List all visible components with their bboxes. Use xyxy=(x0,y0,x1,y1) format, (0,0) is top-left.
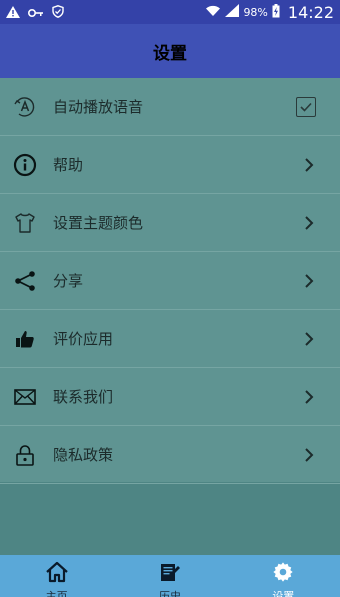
warning-icon xyxy=(6,3,20,22)
settings-item-help[interactable]: 帮助 xyxy=(0,136,340,194)
status-bar: 98% 14:22 xyxy=(0,0,340,24)
settings-item-label: 分享 xyxy=(53,272,84,290)
info-icon xyxy=(12,152,38,178)
app-bar: 设置 xyxy=(0,24,340,78)
battery-percent: 98% xyxy=(243,5,268,19)
auto-play-icon xyxy=(12,94,38,120)
settings-item-label: 隐私政策 xyxy=(53,446,114,464)
settings-item-share[interactable]: 分享 xyxy=(0,252,340,310)
tshirt-icon xyxy=(12,210,38,236)
battery-charging-icon xyxy=(272,3,280,21)
settings-item-auto-play[interactable]: 自动播放语音 xyxy=(0,78,340,136)
auto-play-checkbox[interactable] xyxy=(296,96,316,117)
chevron-right-icon xyxy=(305,331,314,346)
nav-item-label: 主页 xyxy=(45,590,68,597)
shield-icon xyxy=(52,3,64,22)
settings-item-rate-app[interactable]: 评价应用 xyxy=(0,310,340,368)
chevron-right-icon xyxy=(305,389,314,404)
clock: 14:22 xyxy=(287,2,334,22)
home-icon xyxy=(45,561,69,587)
settings-item-label: 自动播放语音 xyxy=(53,98,144,116)
settings-item-label: 联系我们 xyxy=(53,388,114,406)
gear-icon xyxy=(272,561,294,587)
thumbs-up-icon xyxy=(12,326,38,352)
settings-item-privacy-policy[interactable]: 隐私政策 xyxy=(0,426,340,484)
bottom-navigation: 主页 历史 设置 xyxy=(0,555,340,597)
nav-item-home[interactable]: 主页 xyxy=(0,555,113,597)
history-icon xyxy=(158,561,182,587)
chevron-right-icon xyxy=(305,157,314,172)
settings-item-label: 评价应用 xyxy=(53,330,114,348)
page-title: 设置 xyxy=(153,43,187,64)
key-icon xyxy=(27,3,44,22)
settings-item-label: 帮助 xyxy=(53,156,84,174)
signal-icon xyxy=(225,4,240,20)
check-icon xyxy=(300,102,312,112)
nav-item-history[interactable]: 历史 xyxy=(113,555,226,597)
settings-item-contact-us[interactable]: 联系我们 xyxy=(0,368,340,426)
nav-item-settings[interactable]: 设置 xyxy=(227,555,340,597)
lock-icon xyxy=(12,442,38,468)
envelope-icon xyxy=(12,384,38,410)
nav-item-label: 设置 xyxy=(272,590,295,597)
settings-item-label: 设置主题颜色 xyxy=(53,214,144,232)
nav-item-label: 历史 xyxy=(158,590,181,597)
settings-item-theme-color[interactable]: 设置主题颜色 xyxy=(0,194,340,252)
share-icon xyxy=(12,268,38,294)
settings-list: 自动播放语音 帮助 设置主题颜色 分享 评价应用 联系我们 隐私政策 xyxy=(0,78,340,484)
chevron-right-icon xyxy=(305,215,314,230)
chevron-right-icon xyxy=(305,447,314,462)
chevron-right-icon xyxy=(305,273,314,288)
wifi-icon xyxy=(205,4,221,20)
